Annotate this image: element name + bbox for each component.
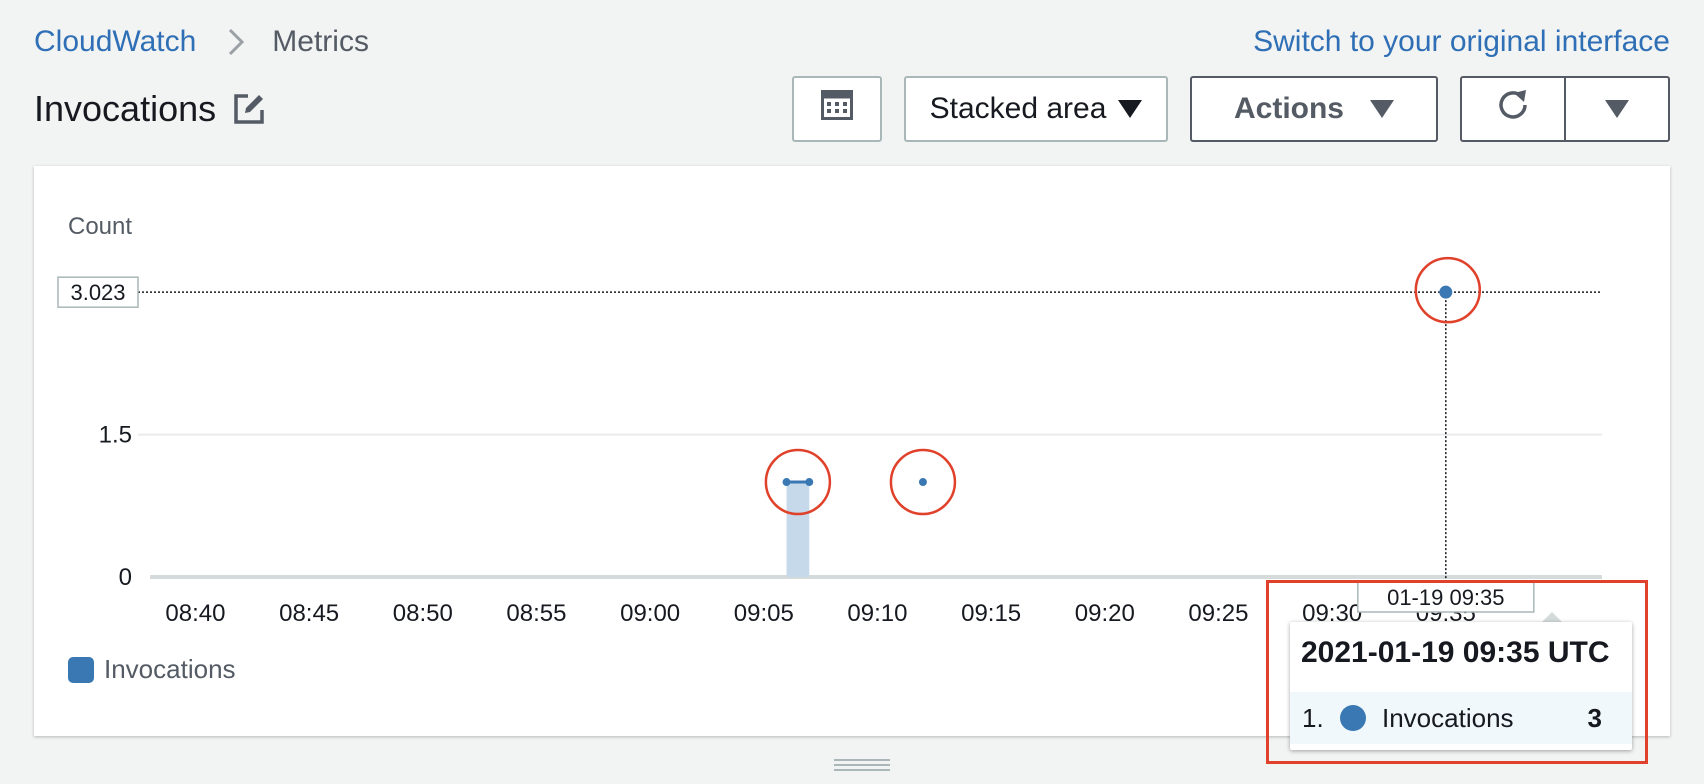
x-tick-label: 09:10 (847, 600, 907, 627)
refresh-options-button[interactable] (1564, 76, 1670, 142)
x-tick-label: 08:40 (165, 600, 225, 627)
hover-value-label: 3.023 (70, 280, 125, 305)
edit-icon[interactable] (232, 92, 266, 126)
resize-handle[interactable] (834, 758, 890, 772)
refresh-icon (1494, 86, 1532, 132)
caret-down-icon (1118, 100, 1143, 118)
caret-down-icon (1605, 100, 1629, 118)
x-tick-label: 09:15 (961, 600, 1021, 627)
actions-button[interactable]: Actions (1190, 76, 1438, 142)
switch-interface-link[interactable]: Switch to your original interface (1253, 22, 1670, 62)
series-area (786, 482, 810, 577)
calculator-button[interactable] (792, 76, 882, 142)
y-tick-label: 1.5 (99, 422, 132, 449)
chevron-right-icon (228, 28, 245, 56)
actions-label: Actions (1233, 92, 1344, 125)
x-tick-label: 08:45 (279, 600, 339, 627)
x-tick-label: 09:25 (1188, 600, 1248, 627)
x-tick-label: 09:00 (620, 600, 680, 627)
data-point (805, 478, 814, 487)
x-tick-label: 08:55 (506, 600, 566, 627)
page-title: Invocations (34, 88, 217, 129)
y-axis-label: Count (68, 213, 132, 240)
chart-type-dropdown[interactable]: Stacked area (904, 76, 1168, 142)
legend-label[interactable]: Invocations (104, 654, 236, 685)
tooltip-highlight-box (1266, 580, 1648, 764)
breadcrumb: CloudWatch Metrics (34, 22, 369, 62)
x-tick-label: 09:05 (734, 600, 794, 627)
refresh-button[interactable] (1460, 76, 1566, 142)
breadcrumb-cloudwatch-link[interactable]: CloudWatch (34, 25, 196, 59)
y-tick-label: 0 (119, 564, 132, 591)
legend: Invocations (68, 654, 236, 685)
caret-down-icon (1370, 100, 1394, 118)
calculator-icon (821, 90, 853, 128)
legend-swatch (68, 656, 94, 683)
data-point (782, 478, 791, 487)
breadcrumb-current: Metrics (272, 25, 369, 58)
x-tick-label: 08:50 (393, 600, 453, 627)
data-point (1439, 285, 1453, 299)
chart-type-label: Stacked area (929, 92, 1107, 125)
data-point (918, 478, 927, 487)
x-tick-label: 09:20 (1075, 600, 1135, 627)
